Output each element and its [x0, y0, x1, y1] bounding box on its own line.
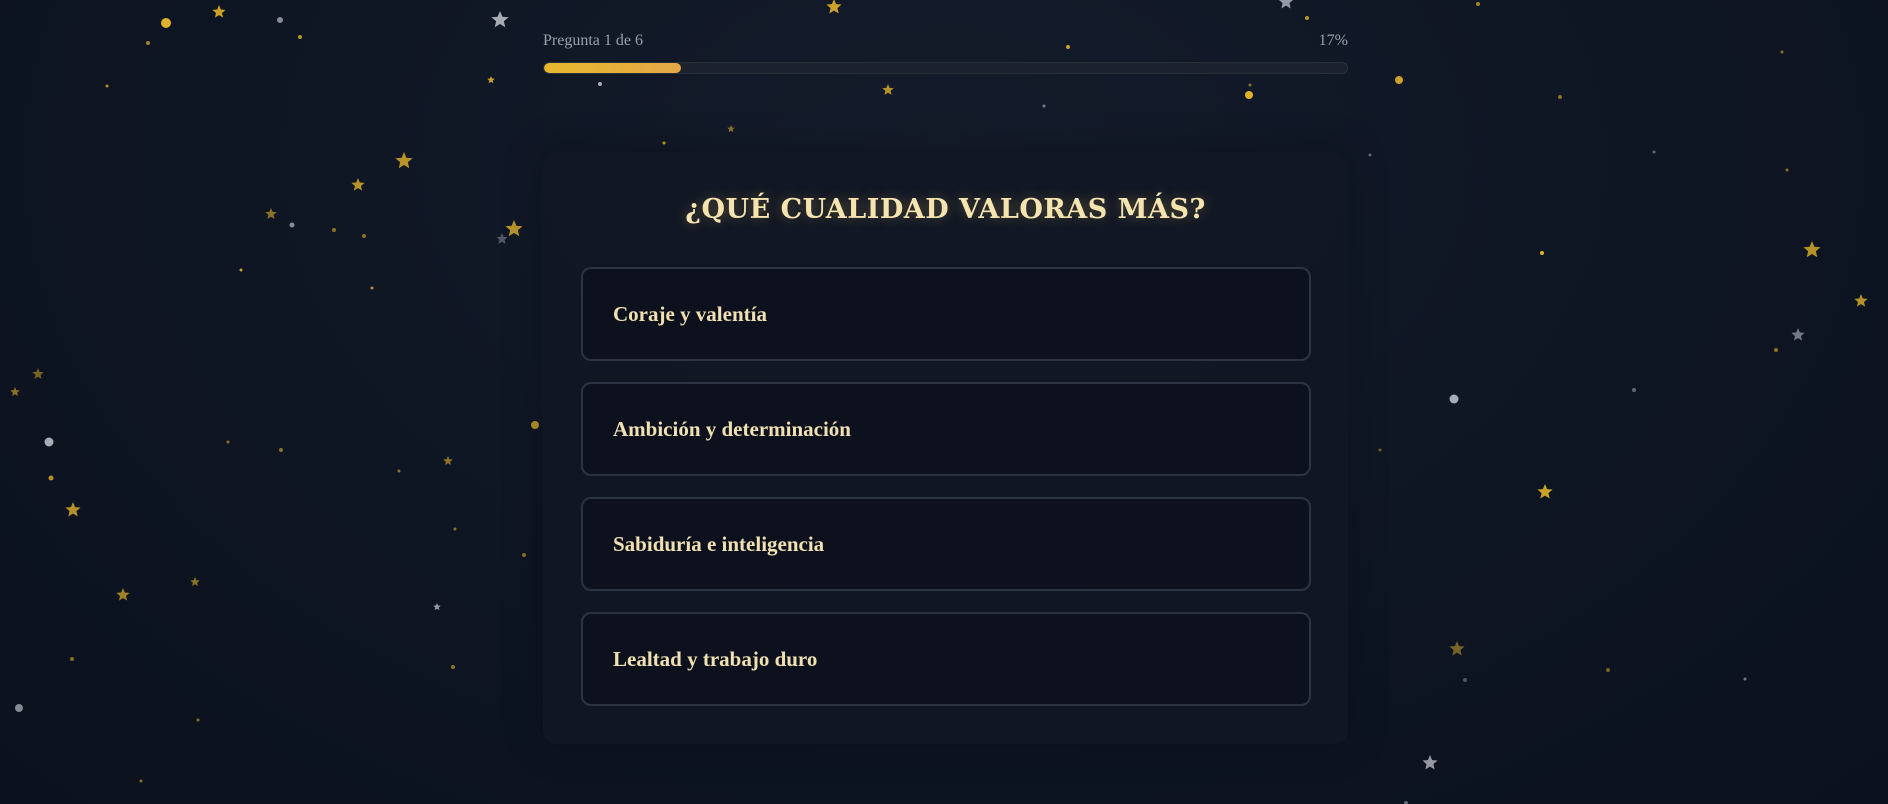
star-dot: [15, 704, 23, 712]
star-dot: [70, 657, 74, 661]
answer-option-label: Sabiduría e inteligencia: [613, 531, 825, 556]
star-icon: [487, 76, 495, 84]
star-dot: [44, 437, 54, 447]
star-dot: [370, 286, 374, 290]
star-dot: [1042, 104, 1046, 108]
star-dot: [277, 17, 283, 23]
star-dot: [1540, 251, 1544, 255]
star-dot: [196, 718, 200, 722]
star-dot: [332, 228, 336, 232]
star-dot: [362, 234, 366, 238]
star-icon: [395, 152, 413, 169]
star-dot: [1395, 76, 1403, 84]
star-dot: [522, 553, 526, 557]
answer-option-label: Lealtad y trabajo duro: [613, 646, 818, 671]
star-icon: [505, 220, 523, 237]
star-icon: [190, 577, 200, 587]
progress-section: Pregunta 1 de 6 17%: [543, 30, 1348, 74]
star-dot: [1463, 678, 1467, 682]
star-dot: [1780, 50, 1784, 54]
star-dot: [239, 268, 243, 272]
answer-option-1[interactable]: Coraje y valentía: [581, 267, 1311, 361]
star-icon: [351, 178, 365, 191]
star-icon: [265, 208, 277, 219]
star-dot: [1785, 168, 1789, 172]
star-icon: [1803, 241, 1821, 258]
star-dot: [161, 18, 171, 28]
question-counter: Pregunta 1 de 6: [543, 32, 643, 49]
answer-option-label: Ambición y determinación: [613, 416, 851, 441]
star-icon: [443, 456, 453, 466]
star-icon: [1278, 0, 1294, 9]
answer-option-3[interactable]: Sabiduría e inteligencia: [581, 497, 1311, 591]
star-dot: [1305, 16, 1309, 20]
star-icon: [433, 603, 441, 611]
star-dot: [105, 84, 109, 88]
star-dot: [1248, 83, 1252, 87]
progress-bar: [543, 62, 1348, 74]
star-icon: [32, 368, 44, 379]
answer-option-4[interactable]: Lealtad y trabajo duro: [581, 612, 1311, 706]
star-icon: [212, 5, 226, 18]
answer-options: Coraje y valentía Ambición y determinaci…: [581, 267, 1311, 727]
star-dot: [1558, 95, 1562, 99]
star-icon: [491, 11, 509, 28]
star-dot: [531, 421, 539, 429]
star-icon: [1537, 484, 1553, 499]
star-dot: [48, 475, 54, 481]
star-dot: [1476, 2, 1480, 6]
star-dot: [451, 665, 455, 669]
star-icon: [727, 125, 735, 133]
star-icon: [10, 387, 20, 397]
star-dot: [1652, 150, 1656, 154]
star-dot: [146, 41, 150, 45]
star-dot: [1774, 348, 1778, 352]
star-dot: [1245, 91, 1253, 99]
star-dot: [139, 779, 143, 783]
star-dot: [279, 448, 283, 452]
star-dot: [1368, 153, 1372, 157]
star-dot: [662, 141, 666, 145]
star-dot: [1449, 394, 1459, 404]
progress-bar-fill: [544, 63, 681, 73]
star-icon: [826, 0, 842, 14]
star-dot: [598, 82, 602, 86]
star-icon: [65, 502, 81, 517]
star-dot: [1743, 677, 1747, 681]
star-icon: [1422, 755, 1438, 770]
star-icon: [496, 233, 508, 244]
star-icon: [1854, 294, 1868, 307]
star-dot: [298, 35, 302, 39]
question-title: ¿QUÉ CUALIDAD VALORAS MÁS?: [685, 194, 1206, 225]
progress-meta: Pregunta 1 de 6 17%: [543, 30, 1348, 52]
star-icon: [1449, 641, 1465, 656]
star-dot: [453, 527, 457, 531]
answer-option-2[interactable]: Ambición y determinación: [581, 382, 1311, 476]
star-dot: [289, 222, 295, 228]
question-card: ¿QUÉ CUALIDAD VALORAS MÁS? Coraje y vale…: [543, 152, 1348, 744]
star-icon: [116, 588, 130, 601]
star-icon: [882, 84, 894, 95]
star-dot: [397, 469, 401, 473]
star-dot: [1378, 448, 1382, 452]
star-dot: [226, 440, 230, 444]
star-dot: [1632, 388, 1636, 392]
star-dot: [1606, 668, 1610, 672]
answer-option-label: Coraje y valentía: [613, 301, 767, 326]
star-icon: [1791, 328, 1805, 341]
progress-percent: 17%: [1318, 32, 1348, 49]
